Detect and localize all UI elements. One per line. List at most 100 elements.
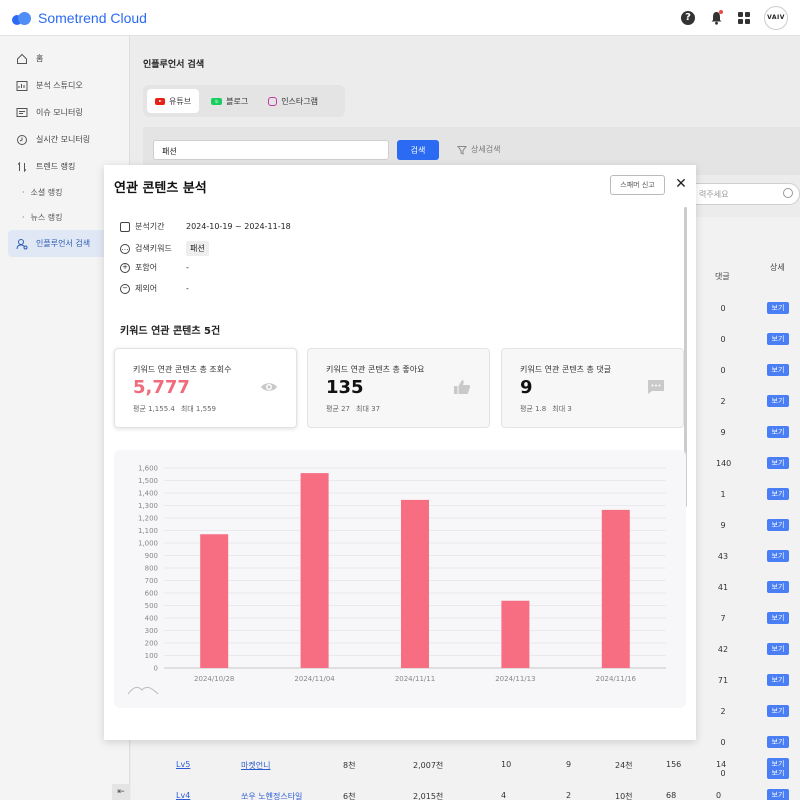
clock-icon <box>16 134 28 146</box>
column-header-detail: 상세 <box>770 263 785 272</box>
y-tick-label: 600 <box>145 590 158 598</box>
section-title: 키워드 연관 콘텐츠 5건 <box>120 326 221 337</box>
x-tick-label: 2024/11/16 <box>596 675 637 683</box>
stat-card-comments: 키워드 연관 콘텐츠 총 댓글 9 평균 1.8 최대 3 <box>501 348 684 428</box>
comment-count: 0 <box>720 335 726 344</box>
y-tick-label: 400 <box>145 615 158 623</box>
subscriber-count: 8천 <box>343 761 356 770</box>
tab-youtube[interactable]: 유튜브 <box>147 89 200 113</box>
view-detail-button[interactable]: 보기 <box>767 674 789 686</box>
y-tick-label: 1,600 <box>138 465 158 473</box>
view-count: 2,015천 <box>413 792 444 800</box>
y-tick-label: 200 <box>145 640 158 648</box>
y-tick-label: 1,500 <box>138 477 158 485</box>
view-detail-button[interactable]: 보기 <box>767 519 789 531</box>
stat-value: 156 <box>666 760 682 769</box>
comment-count: 71 <box>717 676 729 685</box>
y-tick-label: 1,000 <box>138 540 158 548</box>
x-tick-label: 2024/11/04 <box>294 675 335 683</box>
filter-icon <box>457 145 467 155</box>
brand-logo[interactable]: Sometrend Cloud <box>12 10 147 26</box>
bar <box>601 509 630 668</box>
comment-count: 42 <box>717 645 729 654</box>
view-detail-button[interactable]: 보기 <box>767 395 789 407</box>
view-detail-button[interactable]: 보기 <box>767 333 789 345</box>
sidebar-item-label: 실시간 모니터링 <box>36 135 91 144</box>
comment-count: 0 <box>720 366 726 375</box>
view-detail-button[interactable]: 보기 <box>767 705 789 717</box>
comment-icon <box>648 380 664 394</box>
stat-value: 2 <box>566 791 572 800</box>
view-detail-button[interactable]: 보기 <box>767 612 789 624</box>
y-tick-label: 1,200 <box>138 515 158 523</box>
view-detail-button[interactable]: 보기 <box>767 426 789 438</box>
view-detail-button[interactable]: 보기 <box>767 302 789 314</box>
stat-value: 68 <box>666 791 677 800</box>
stat-value: 5,777 <box>133 377 190 398</box>
x-tick-label: 2024/11/11 <box>395 675 435 683</box>
blog-icon: b <box>211 97 223 105</box>
view-detail-button[interactable]: 보기 <box>767 643 789 655</box>
x-tick-label: 2024/11/13 <box>495 675 535 683</box>
comment-count: 1 <box>720 490 726 499</box>
view-detail-button[interactable]: 보기 <box>767 488 789 500</box>
y-tick-label: 1,400 <box>138 490 158 498</box>
view-detail-button[interactable]: 보기 <box>767 789 789 800</box>
stat-value: 9 <box>566 760 572 769</box>
stat-value: 4 <box>501 791 507 800</box>
sidebar-item-home[interactable]: 홈 <box>0 45 129 72</box>
sidebar-item-label: 트렌드 랭킹 <box>36 162 76 171</box>
bar <box>200 534 229 668</box>
view-detail-button[interactable]: 보기 <box>767 736 789 748</box>
profile-avatar[interactable]: VAIV <box>764 5 788 30</box>
comment-count: 7 <box>720 614 726 623</box>
view-detail-button[interactable]: 보기 <box>767 550 789 562</box>
view-detail-button[interactable]: 보기 <box>767 581 789 593</box>
sort-icon <box>16 161 28 173</box>
tab-instagram[interactable]: 인스타그램 <box>260 89 326 113</box>
tab-blog[interactable]: b 블로그 <box>203 89 256 113</box>
stat-value: 10천 <box>615 792 633 800</box>
subscriber-count: 6천 <box>343 792 356 800</box>
view-detail-button[interactable]: 보기 <box>767 364 789 376</box>
level-link[interactable]: Lv5 <box>176 760 190 769</box>
apps-grid-icon[interactable] <box>736 10 752 26</box>
calendar-icon <box>120 221 130 232</box>
modal-title: 연관 콘텐츠 분석 <box>114 181 207 196</box>
stat-value: 24천 <box>615 761 633 770</box>
brand-name: Sometrend Cloud <box>38 9 147 26</box>
search-input[interactable]: 패션 <box>153 140 389 160</box>
level-link[interactable]: Lv4 <box>176 791 190 800</box>
channel-name-link[interactable]: 마켓언니 <box>241 760 270 771</box>
y-tick-label: 0 <box>154 665 158 673</box>
report-spammer-button[interactable]: 스패머 신고 <box>610 175 665 195</box>
chart-svg: 0 100 200 300 400 500 600 700 800 900 1,000 1,100 1,… <box>127 465 666 695</box>
bell-icon[interactable] <box>708 9 724 26</box>
channel-name-link[interactable]: 쏘우 노헨정스타일 <box>241 791 302 800</box>
y-tick-label: 100 <box>145 652 158 660</box>
view-detail-button[interactable]: 보기 <box>767 457 789 469</box>
y-tick-label: 700 <box>145 577 158 585</box>
comment-count: 9 <box>720 428 726 437</box>
sidebar-item-realtime[interactable]: 실시간 모니터링 <box>0 126 129 153</box>
y-tick-label: 500 <box>145 602 158 610</box>
sidebar-item-studio[interactable]: 분석 스튜디오 <box>0 72 129 99</box>
comment-count: 9 <box>720 521 726 530</box>
chat-icon: … <box>120 243 130 254</box>
sidebar-item-issue-monitoring[interactable]: 이슈 모니터링 <box>0 99 129 126</box>
filter-search-input[interactable]: 력주세요 <box>686 183 800 205</box>
help-icon[interactable]: ? <box>680 10 696 26</box>
bar <box>401 499 429 668</box>
search-button[interactable]: 검색 <box>397 140 439 160</box>
influencer-icon <box>16 238 28 250</box>
advanced-search-button[interactable]: 상세검색 <box>457 144 500 155</box>
top-header: Sometrend Cloud ? VAIV <box>0 0 800 36</box>
stat-value: 9 <box>520 377 533 398</box>
sidebar-item-label: 인플루언서 검색 <box>36 239 91 248</box>
view-detail-button[interactable]: 보기 <box>767 758 789 770</box>
comment-count: 41 <box>717 583 729 592</box>
period-value: 2024-10-19 ~ 2024-11-18 <box>186 222 291 231</box>
collapse-sidebar-button[interactable]: ⇤ <box>112 784 130 800</box>
page-title: 인플루언서 검색 <box>143 60 205 70</box>
close-icon[interactable]: ✕ <box>674 176 688 192</box>
